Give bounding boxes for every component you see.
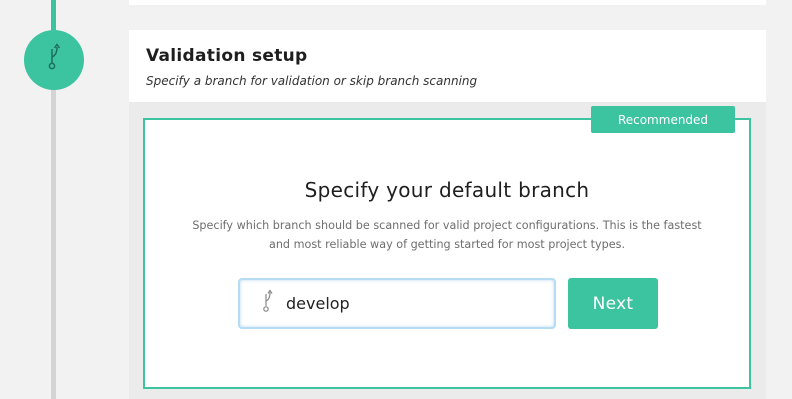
branch-input[interactable] xyxy=(286,294,526,313)
option-description: Specify which branch should be scanned f… xyxy=(192,219,702,251)
branch-icon xyxy=(262,288,274,319)
branch-icon xyxy=(47,43,61,77)
card-header: Validation setup Specify a branch for va… xyxy=(129,30,766,102)
card-title: Validation setup xyxy=(146,46,308,66)
card-subtitle: Specify a branch for validation or skip … xyxy=(146,74,478,88)
option-title: Specify your default branch xyxy=(304,178,590,202)
default-branch-option: Recommended Specify your default branch … xyxy=(143,106,751,389)
branch-field[interactable] xyxy=(238,278,556,329)
previous-step-card xyxy=(129,0,766,5)
recommended-badge: Recommended xyxy=(591,106,735,133)
timeline-step-node xyxy=(24,30,84,90)
next-button[interactable]: Next xyxy=(568,278,658,329)
page: Validation setup Specify a branch for va… xyxy=(0,0,792,399)
timeline-track-completed xyxy=(51,0,56,30)
validation-setup-card: Validation setup Specify a branch for va… xyxy=(129,30,766,399)
